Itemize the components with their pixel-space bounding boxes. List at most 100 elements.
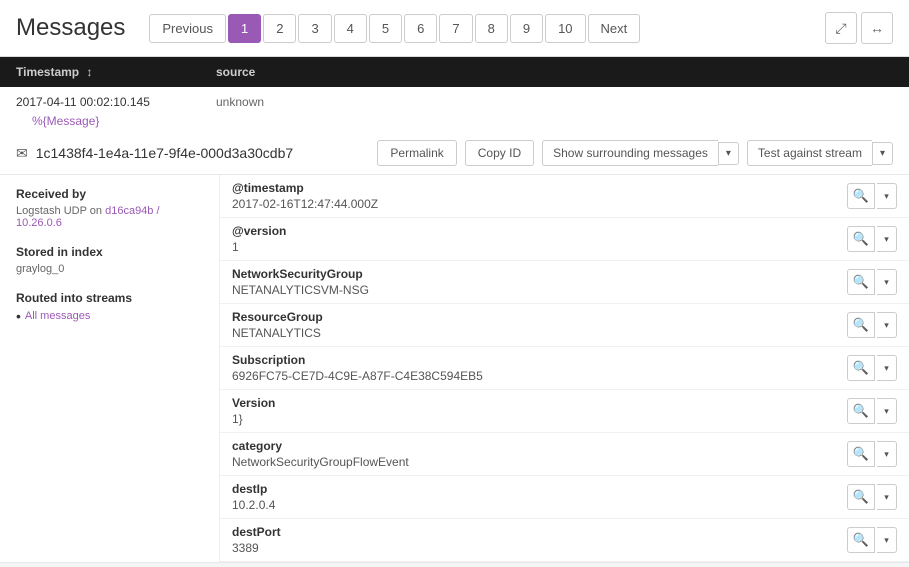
page-title: Messages	[16, 14, 125, 42]
field-content: NetworkSecurityGroup NETANALYTICSVM-NSG	[232, 267, 847, 297]
compress-icon[interactable]: ↔	[861, 12, 893, 44]
field-name: @timestamp	[232, 181, 847, 195]
field-search-button[interactable]: 🔍	[847, 355, 875, 381]
field-content: @timestamp 2017-02-16T12:47:44.000Z	[232, 181, 847, 211]
bullet-icon: •	[16, 309, 21, 323]
header-actions: ⤢ ↔	[825, 12, 893, 44]
pagination-page-9[interactable]: 9	[510, 14, 543, 43]
field-caret-button[interactable]: ▾	[877, 484, 897, 510]
message-timestamp: 2017-04-11 00:02:10.145	[16, 95, 200, 109]
message-id-row: ✉ 1c1438f4-1e4a-11e7-9f4e-000d3a30cdb7 P…	[0, 134, 909, 175]
field-caret-button[interactable]: ▾	[877, 527, 897, 553]
show-surrounding-arrow[interactable]: ▾	[718, 142, 739, 165]
page-header: Messages Previous 1 2 3 4 5 6 7 8 9 10 N…	[0, 0, 909, 57]
field-search-button[interactable]: 🔍	[847, 312, 875, 338]
field-actions: 🔍 ▾	[847, 183, 897, 209]
field-row: Version 1} 🔍 ▾	[220, 390, 909, 433]
field-value: 10.2.0.4	[232, 498, 847, 512]
expand-icon[interactable]: ⤢	[825, 12, 857, 44]
field-caret-button[interactable]: ▾	[877, 441, 897, 467]
field-row: @version 1 🔍 ▾	[220, 218, 909, 261]
field-name: Subscription	[232, 353, 847, 367]
field-actions: 🔍 ▾	[847, 441, 897, 467]
details-left-panel: Received by Logstash UDP on d16ca94b / 1…	[0, 175, 220, 562]
field-content: Version 1}	[232, 396, 847, 426]
pagination-page-3[interactable]: 3	[298, 14, 331, 43]
field-content: destIp 10.2.0.4	[232, 482, 847, 512]
pagination-page-10[interactable]: 10	[545, 14, 585, 43]
field-row: Subscription 6926FC75-CE7D-4C9E-A87F-C4E…	[220, 347, 909, 390]
field-value: 1	[232, 240, 847, 254]
field-row: category NetworkSecurityGroupFlowEvent 🔍…	[220, 433, 909, 476]
pagination-next[interactable]: Next	[588, 14, 641, 43]
field-caret-button[interactable]: ▾	[877, 398, 897, 424]
streams-label: Routed into streams	[16, 291, 203, 305]
stored-section: Stored in index graylog_0	[16, 245, 203, 275]
field-caret-button[interactable]: ▾	[877, 183, 897, 209]
permalink-button[interactable]: Permalink	[377, 140, 456, 166]
field-row: @timestamp 2017-02-16T12:47:44.000Z 🔍 ▾	[220, 175, 909, 218]
message-meta: 2017-04-11 00:02:10.145 unknown	[0, 87, 909, 113]
show-surrounding-button[interactable]: Show surrounding messages	[542, 140, 718, 166]
message-link[interactable]: %{Message}	[16, 114, 115, 132]
pagination-page-2[interactable]: 2	[263, 14, 296, 43]
received-by-label: Received by	[16, 187, 203, 201]
field-search-button[interactable]: 🔍	[847, 484, 875, 510]
field-actions: 🔍 ▾	[847, 312, 897, 338]
field-content: category NetworkSecurityGroupFlowEvent	[232, 439, 847, 469]
pagination-page-5[interactable]: 5	[369, 14, 402, 43]
field-caret-button[interactable]: ▾	[877, 355, 897, 381]
field-content: Subscription 6926FC75-CE7D-4C9E-A87F-C4E…	[232, 353, 847, 383]
field-search-button[interactable]: 🔍	[847, 183, 875, 209]
field-actions: 🔍 ▾	[847, 398, 897, 424]
pagination-page-8[interactable]: 8	[475, 14, 508, 43]
field-search-button[interactable]: 🔍	[847, 527, 875, 553]
test-against-stream-arrow[interactable]: ▾	[872, 142, 893, 165]
field-content: destPort 3389	[232, 525, 847, 555]
pagination-page-4[interactable]: 4	[334, 14, 367, 43]
field-name: @version	[232, 224, 847, 238]
field-value: 1}	[232, 412, 847, 426]
field-search-button[interactable]: 🔍	[847, 398, 875, 424]
field-value: 3389	[232, 541, 847, 555]
pagination-page-6[interactable]: 6	[404, 14, 437, 43]
field-value: NETANALYTICS	[232, 326, 847, 340]
field-name: NetworkSecurityGroup	[232, 267, 847, 281]
all-messages-link[interactable]: All messages	[25, 310, 90, 322]
field-search-button[interactable]: 🔍	[847, 441, 875, 467]
field-value: 6926FC75-CE7D-4C9E-A87F-C4E38C594EB5	[232, 369, 847, 383]
pagination-page-1[interactable]: 1	[228, 14, 261, 43]
copy-id-button[interactable]: Copy ID	[465, 140, 534, 166]
field-caret-button[interactable]: ▾	[877, 269, 897, 295]
streams-item: • All messages	[16, 309, 203, 323]
details-right-panel: @timestamp 2017-02-16T12:47:44.000Z 🔍 ▾ …	[220, 175, 909, 562]
field-name: Version	[232, 396, 847, 410]
field-caret-button[interactable]: ▾	[877, 312, 897, 338]
field-caret-button[interactable]: ▾	[877, 226, 897, 252]
table-header: Timestamp ↕ source	[0, 57, 909, 87]
field-name: destPort	[232, 525, 847, 539]
field-actions: 🔍 ▾	[847, 355, 897, 381]
field-name: destIp	[232, 482, 847, 496]
field-search-button[interactable]: 🔍	[847, 226, 875, 252]
field-content: ResourceGroup NETANALYTICS	[232, 310, 847, 340]
message-id: 1c1438f4-1e4a-11e7-9f4e-000d3a30cdb7	[36, 145, 370, 161]
message-details: Received by Logstash UDP on d16ca94b / 1…	[0, 175, 909, 562]
field-row: destPort 3389 🔍 ▾	[220, 519, 909, 562]
pagination-page-7[interactable]: 7	[439, 14, 472, 43]
sort-icon[interactable]: ↕	[86, 65, 92, 79]
test-against-stream-dropdown: Test against stream ▾	[747, 140, 893, 166]
stored-value: graylog_0	[16, 263, 203, 275]
field-value: 2017-02-16T12:47:44.000Z	[232, 197, 847, 211]
received-by-section: Received by Logstash UDP on d16ca94b / 1…	[16, 187, 203, 229]
envelope-icon: ✉	[16, 145, 28, 162]
field-content: @version 1	[232, 224, 847, 254]
field-row: ResourceGroup NETANALYTICS 🔍 ▾	[220, 304, 909, 347]
field-value: NetworkSecurityGroupFlowEvent	[232, 455, 847, 469]
field-name: category	[232, 439, 847, 453]
pagination: Previous 1 2 3 4 5 6 7 8 9 10 Next	[149, 14, 640, 43]
test-against-stream-button[interactable]: Test against stream	[747, 140, 872, 166]
field-search-button[interactable]: 🔍	[847, 269, 875, 295]
pagination-previous[interactable]: Previous	[149, 14, 226, 43]
show-surrounding-dropdown: Show surrounding messages ▾	[542, 140, 739, 166]
